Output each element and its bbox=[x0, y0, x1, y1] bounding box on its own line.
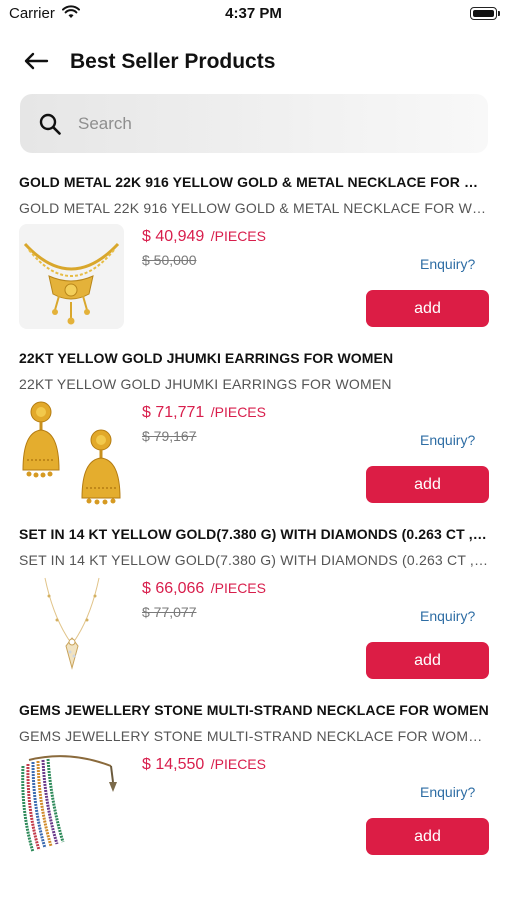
price-amount: $ 71,771 bbox=[142, 404, 205, 421]
product-image[interactable] bbox=[19, 400, 124, 505]
product-image[interactable] bbox=[19, 752, 124, 857]
price-amount: $ 40,949 bbox=[142, 228, 205, 245]
enquiry-link[interactable]: Enquiry? bbox=[420, 432, 475, 448]
product-image[interactable] bbox=[19, 224, 124, 329]
price-unit: /PIECES bbox=[210, 404, 266, 420]
status-time: 4:37 PM bbox=[225, 5, 282, 22]
original-price: $ 77,077 bbox=[142, 604, 197, 620]
product-price: $ 66,066 /PIECES bbox=[142, 580, 266, 598]
product-subtitle: 22KT YELLOW GOLD JHUMKI EARRINGS FOR WOM… bbox=[19, 376, 392, 392]
add-button[interactable]: add bbox=[366, 642, 489, 679]
price-amount: $ 66,066 bbox=[142, 580, 205, 597]
price-amount: $ 14,550 bbox=[142, 756, 205, 773]
price-unit: /PIECES bbox=[210, 580, 266, 596]
search-bar[interactable] bbox=[20, 94, 488, 153]
search-input[interactable] bbox=[78, 109, 468, 139]
price-unit: /PIECES bbox=[210, 228, 266, 244]
status-bar: Carrier 4:37 PM bbox=[0, 0, 507, 30]
product-subtitle: SET IN 14 KT YELLOW GOLD(7.380 G) WITH D… bbox=[19, 552, 489, 568]
product-card: 22KT YELLOW GOLD JHUMKI EARRINGS FOR WOM… bbox=[0, 350, 507, 526]
product-subtitle: GOLD METAL 22K 916 YELLOW GOLD & METAL N… bbox=[19, 200, 489, 216]
search-icon bbox=[38, 112, 62, 141]
product-image[interactable] bbox=[19, 576, 124, 681]
product-title[interactable]: GEMS JEWELLERY STONE MULTI-STRAND NECKLA… bbox=[19, 702, 489, 718]
page-title: Best Seller Products bbox=[70, 50, 276, 73]
enquiry-link[interactable]: Enquiry? bbox=[420, 608, 475, 624]
add-button[interactable]: add bbox=[366, 818, 489, 855]
price-unit: /PIECES bbox=[210, 756, 266, 772]
battery-icon bbox=[470, 7, 500, 20]
product-title[interactable]: 22KT YELLOW GOLD JHUMKI EARRINGS FOR WOM… bbox=[19, 350, 489, 366]
original-price: $ 79,167 bbox=[142, 428, 197, 444]
product-card: GOLD METAL 22K 916 YELLOW GOLD & METAL N… bbox=[0, 174, 507, 350]
nav-header: Best Seller Products bbox=[0, 40, 507, 84]
product-card: GEMS JEWELLERY STONE MULTI-STRAND NECKLA… bbox=[0, 702, 507, 878]
back-button[interactable] bbox=[18, 46, 54, 76]
product-title[interactable]: SET IN 14 KT YELLOW GOLD(7.380 G) WITH D… bbox=[19, 526, 489, 542]
product-price: $ 71,771 /PIECES bbox=[142, 404, 266, 422]
product-card: SET IN 14 KT YELLOW GOLD(7.380 G) WITH D… bbox=[0, 526, 507, 702]
enquiry-link[interactable]: Enquiry? bbox=[420, 784, 475, 800]
product-subtitle: GEMS JEWELLERY STONE MULTI-STRAND NECKLA… bbox=[19, 728, 489, 744]
product-title[interactable]: GOLD METAL 22K 916 YELLOW GOLD & METAL N… bbox=[19, 174, 489, 190]
add-button[interactable]: add bbox=[366, 290, 489, 327]
add-button[interactable]: add bbox=[366, 466, 489, 503]
enquiry-link[interactable]: Enquiry? bbox=[420, 256, 475, 272]
original-price: $ 50,000 bbox=[142, 252, 197, 268]
back-arrow-icon bbox=[24, 52, 49, 70]
product-price: $ 14,550 /PIECES bbox=[142, 756, 266, 774]
product-price: $ 40,949 /PIECES bbox=[142, 228, 266, 246]
